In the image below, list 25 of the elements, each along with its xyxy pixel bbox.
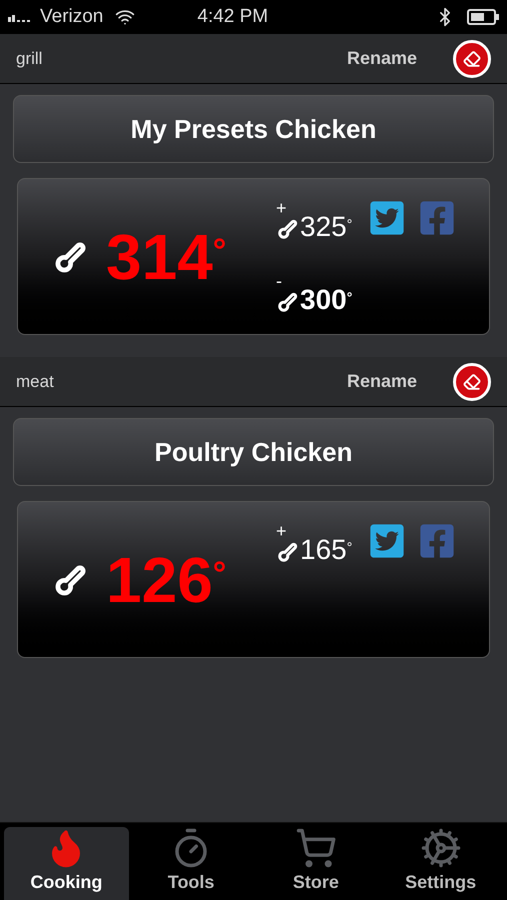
battery-icon (467, 9, 499, 25)
tab[interactable]: Tools (128, 827, 254, 900)
target-temperature: 165$^{°}$ (300, 536, 352, 564)
edit-icon[interactable] (453, 362, 491, 400)
current-temperature: 314$^{°}$ (106, 224, 228, 288)
target-temperature: 325$^{°}$ (300, 213, 352, 241)
plus-sign: + (276, 199, 287, 217)
tab[interactable]: Settings (378, 827, 503, 900)
probe-name: grill (16, 48, 44, 70)
carrier-name: Verizon (40, 4, 104, 29)
edit-icon[interactable] (453, 40, 491, 78)
minus-sign: - (276, 272, 282, 290)
tab[interactable]: Cooking (4, 827, 129, 900)
rename-button[interactable]: Rename (346, 368, 417, 395)
plus-sign: + (276, 522, 287, 540)
clock: 4:42 PM (197, 4, 270, 29)
twitter-icon[interactable] (368, 522, 406, 560)
preset-button[interactable]: Poultry Chicken (13, 418, 494, 486)
preset-button[interactable]: My Presets Chicken (13, 95, 494, 163)
probe-name: meat (16, 370, 55, 393)
tab[interactable]: Store (254, 827, 378, 900)
current-temperature: 126$^{°}$ (106, 548, 228, 612)
target-temperature: 300$^{°}$ (300, 286, 352, 314)
rename-button[interactable]: Rename (346, 45, 417, 72)
twitter-icon[interactable] (368, 199, 406, 237)
